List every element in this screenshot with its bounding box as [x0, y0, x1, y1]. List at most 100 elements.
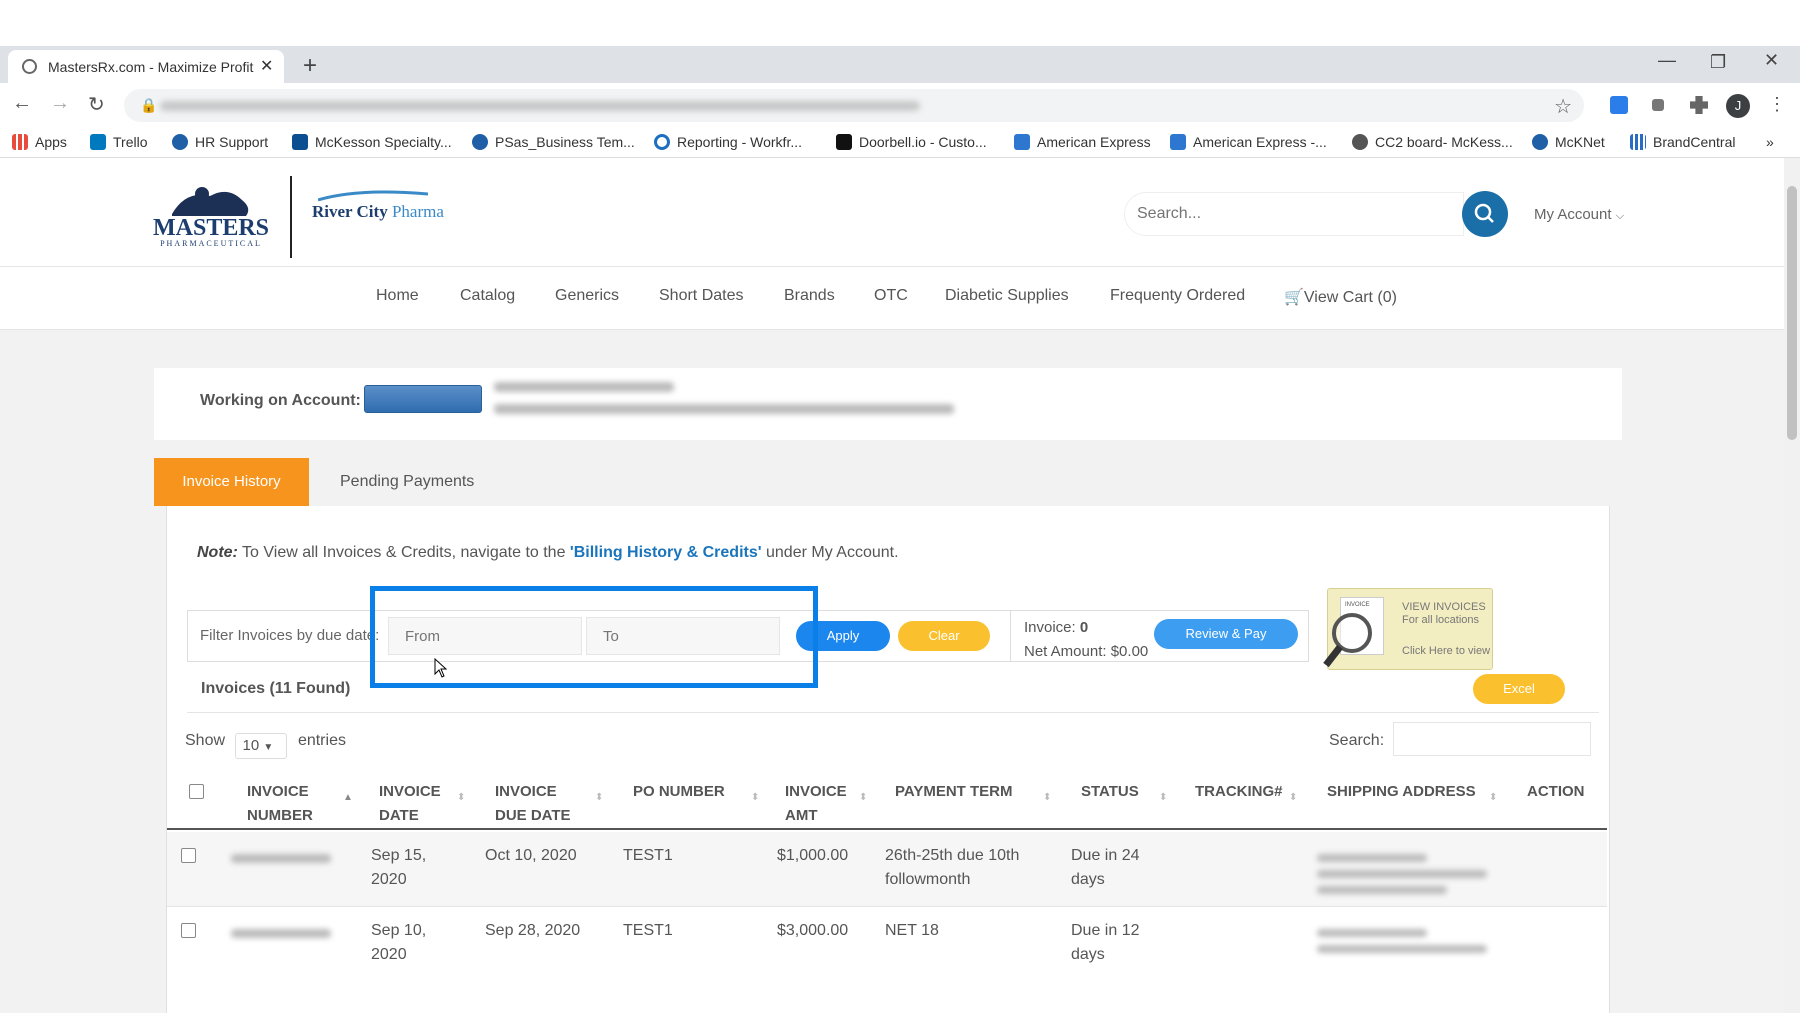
new-tab-button[interactable]: +	[303, 52, 317, 80]
browser-menu-icon[interactable]: ⋮	[1768, 94, 1786, 115]
shipping-address-redacted	[1317, 854, 1427, 862]
bookmark-mckesson-specialty[interactable]: McKesson Specialty...	[292, 134, 452, 150]
invoice-number-redacted[interactable]	[231, 854, 331, 863]
cell-line: days	[1071, 871, 1105, 888]
site-search-input[interactable]	[1137, 205, 1437, 223]
sort-icon[interactable]: ⬍	[595, 792, 603, 803]
mcknet-icon	[1532, 134, 1548, 150]
address-bar[interactable]: 🔒 ☆	[124, 89, 1584, 122]
nav-diabetic-supplies[interactable]: Diabetic Supplies	[945, 287, 1069, 305]
invoice-date-cell: Sep 10, 2020	[371, 919, 426, 967]
bookmark-apps[interactable]: Apps	[12, 134, 67, 150]
magnifier-icon	[1323, 613, 1372, 668]
bookmark-american-express-2[interactable]: American Express -...	[1170, 134, 1327, 150]
close-window-icon[interactable]: ✕	[1764, 50, 1779, 71]
header-line: INVOICE	[785, 783, 847, 800]
sort-icon[interactable]: ⬍	[1159, 792, 1167, 803]
bookmark-cc2-board[interactable]: CC2 board- McKess...	[1352, 134, 1513, 150]
header-line: PO NUMBER	[633, 783, 725, 800]
sort-icon[interactable]: ⬍	[1489, 792, 1497, 803]
bookmarks-bar: Apps Trello HR Support McKesson Specialt…	[0, 128, 1800, 158]
bookmark-doorbell[interactable]: Doorbell.io - Custo...	[836, 134, 987, 150]
sort-icon[interactable]: ⬍	[457, 792, 465, 803]
col-payment-term[interactable]: PAYMENT TERM	[895, 780, 1013, 804]
sort-asc-icon[interactable]: ▲	[343, 792, 353, 803]
invoice-amt-cell: $1,000.00	[777, 847, 849, 864]
bookmark-label: Apps	[35, 134, 67, 150]
sort-icon[interactable]: ⬍	[751, 792, 759, 803]
col-invoice-date[interactable]: INVOICE DATE	[379, 780, 441, 828]
amex-icon	[1014, 134, 1030, 150]
tab-pending-payments[interactable]: Pending Payments	[340, 458, 474, 506]
review-pay-button[interactable]: Review & Pay	[1154, 619, 1298, 649]
nav-brands[interactable]: Brands	[784, 287, 835, 305]
bookmark-american-express[interactable]: American Express	[1014, 134, 1151, 150]
view-invoices-banner[interactable]: INVOICE VIEW INVOICES For all locations …	[1323, 588, 1493, 670]
nav-view-cart[interactable]: 🛒View Cart (0)	[1284, 287, 1397, 307]
cart-icon: 🛒	[1284, 289, 1304, 306]
bookmark-hr-support[interactable]: HR Support	[172, 134, 268, 150]
billing-history-link[interactable]: 'Billing History & Credits'	[570, 544, 762, 561]
scrollbar-thumb[interactable]	[1787, 186, 1797, 440]
nav-catalog[interactable]: Catalog	[460, 287, 515, 305]
my-account-label: My Account	[1534, 206, 1612, 223]
profile-avatar[interactable]: J	[1726, 94, 1750, 118]
reload-icon[interactable]: ↻	[88, 92, 105, 117]
site-search-button[interactable]	[1462, 191, 1508, 237]
bookmark-star-icon[interactable]: ☆	[1554, 94, 1572, 119]
bookmark-mcknet[interactable]: McKNet	[1532, 134, 1605, 150]
bookmark-trello[interactable]: Trello	[90, 134, 148, 150]
sort-icon[interactable]: ⬍	[859, 792, 867, 803]
minimize-icon[interactable]: —	[1658, 50, 1676, 71]
account-select[interactable]	[364, 385, 482, 413]
close-tab-icon[interactable]: ✕	[260, 56, 273, 76]
extension-icon[interactable]	[1652, 99, 1664, 111]
nav-frequently-ordered[interactable]: Frequenty Ordered	[1110, 287, 1245, 305]
col-status[interactable]: STATUS	[1081, 780, 1139, 804]
table-search-label: Search:	[1329, 732, 1385, 749]
shipping-address-redacted	[1317, 870, 1487, 878]
excel-export-button[interactable]: Excel	[1473, 674, 1565, 704]
nav-home[interactable]: Home	[376, 287, 419, 305]
restore-icon[interactable]: ❐	[1710, 52, 1726, 73]
row-checkbox[interactable]	[181, 848, 196, 863]
back-icon[interactable]: ←	[12, 92, 32, 115]
river-city-logo-text: River City	[312, 202, 388, 221]
nav-short-dates[interactable]: Short Dates	[659, 287, 743, 305]
browser-tab[interactable]: MastersRx.com - Maximize Profit ✕	[8, 50, 284, 83]
note-text: To View all Invoices & Credits, navigate…	[237, 544, 570, 561]
select-all-checkbox[interactable]	[189, 784, 204, 799]
bookmark-brandcentral[interactable]: BrandCentral	[1630, 134, 1736, 150]
pharma-logo-text: Pharma	[391, 202, 444, 221]
col-invoice-amt[interactable]: INVOICE AMT	[785, 780, 847, 828]
col-invoice-due-date[interactable]: INVOICE DUE DATE	[495, 780, 571, 828]
tab-invoice-history[interactable]: Invoice History	[154, 458, 309, 506]
nav-generics[interactable]: Generics	[555, 287, 619, 305]
more-bookmarks-icon[interactable]: »	[1766, 134, 1774, 150]
bookmark-reporting[interactable]: Reporting - Workfr...	[654, 134, 802, 150]
header-line: DATE	[379, 807, 419, 824]
col-tracking[interactable]: TRACKING#	[1195, 780, 1283, 804]
lock-icon: 🔒	[140, 97, 158, 113]
extension-windows-icon[interactable]	[1610, 96, 1628, 114]
table-search-input[interactable]	[1393, 722, 1591, 756]
bookmark-psas[interactable]: PSas_Business Tem...	[472, 134, 635, 150]
status-cell: Due in 24 days	[1071, 844, 1140, 892]
masters-logo[interactable]: MASTERS PHARMACEUTICAL	[152, 182, 270, 250]
sort-icon[interactable]: ⬍	[1289, 792, 1297, 803]
account-bar: Working on Account:	[154, 368, 1622, 440]
my-account-menu[interactable]: My Account ⌵	[1534, 206, 1624, 223]
net-amount: Net Amount: $0.00	[1024, 643, 1149, 660]
river-city-pharma-logo[interactable]: River City Pharma	[312, 190, 444, 222]
col-shipping-address[interactable]: SHIPPING ADDRESS	[1327, 780, 1476, 804]
row-checkbox[interactable]	[181, 923, 196, 938]
sort-icon[interactable]: ⬍	[1043, 792, 1051, 803]
invoice-number-redacted[interactable]	[231, 929, 331, 938]
col-po-number[interactable]: PO NUMBER	[633, 780, 725, 804]
col-invoice-number[interactable]: INVOICE NUMBER	[247, 780, 313, 828]
invoice-date-cell: Sep 15, 2020	[371, 844, 426, 892]
nav-otc[interactable]: OTC	[874, 287, 908, 305]
entries-select[interactable]: 10 ▼	[235, 733, 288, 759]
clear-button[interactable]: Clear	[898, 621, 990, 651]
forward-icon[interactable]: →	[50, 92, 70, 115]
